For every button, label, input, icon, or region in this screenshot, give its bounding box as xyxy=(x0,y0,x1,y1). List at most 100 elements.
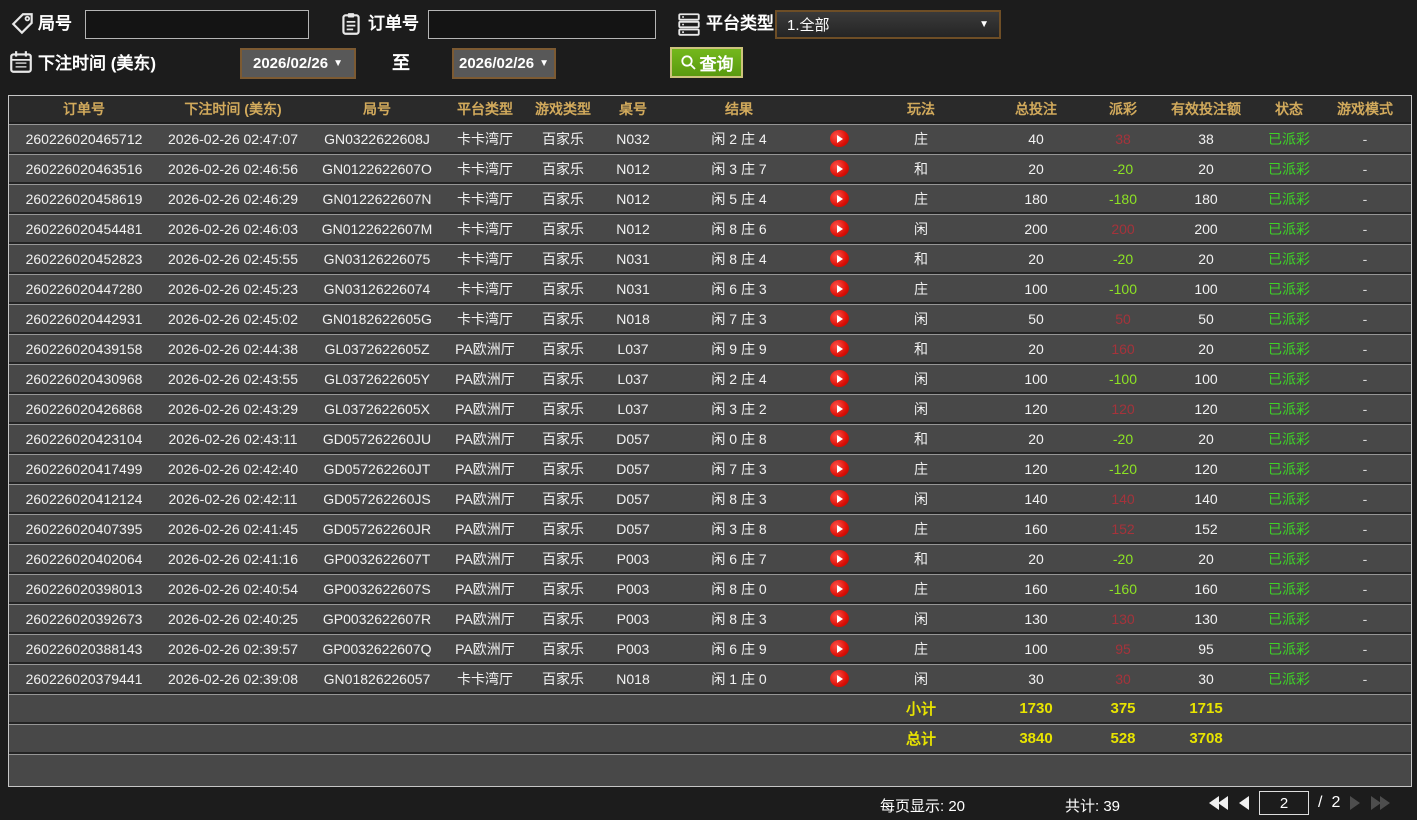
cell-status: 已派彩 xyxy=(1259,334,1319,364)
cell-game-mode: - xyxy=(1319,634,1411,664)
table-row: 260226020439158 2026-02-26 02:44:38 GL03… xyxy=(9,334,1411,364)
cell-table-no: L037 xyxy=(603,394,663,424)
cell-total-bet: 130 xyxy=(979,604,1093,634)
play-icon[interactable] xyxy=(829,460,849,478)
play-icon[interactable] xyxy=(829,580,849,598)
next-page-icon[interactable] xyxy=(1349,795,1361,811)
play-icon[interactable] xyxy=(829,490,849,508)
cell-payout: 38 xyxy=(1093,124,1153,154)
cell-payout: 50 xyxy=(1093,304,1153,334)
cell-payout: 200 xyxy=(1093,214,1153,244)
cell-bet-time: 2026-02-26 02:41:45 xyxy=(159,514,307,544)
cell-order-no: 260226020407395 xyxy=(9,514,159,544)
cell-game-type: 百家乐 xyxy=(523,124,603,154)
col-header-bet-type: 玩法 xyxy=(863,96,979,124)
play-icon[interactable] xyxy=(829,520,849,538)
cell-game-mode: - xyxy=(1319,154,1411,184)
date-range-to-label: 至 xyxy=(392,53,410,73)
cell-table-no: P003 xyxy=(603,574,663,604)
cell-bet-type: 和 xyxy=(863,154,979,184)
table-row: 260226020447280 2026-02-26 02:45:23 GN03… xyxy=(9,274,1411,304)
cell-bet-time: 2026-02-26 02:44:38 xyxy=(159,334,307,364)
col-header-bet-time: 下注时间 (美东) xyxy=(159,96,307,124)
date-from-picker[interactable]: 2026/02/26 ▼ xyxy=(240,48,356,79)
cell-game-mode: - xyxy=(1319,424,1411,454)
play-icon[interactable] xyxy=(829,400,849,418)
cell-platform: 卡卡湾厅 xyxy=(447,214,523,244)
play-icon[interactable] xyxy=(829,610,849,628)
cell-order-no: 260226020423104 xyxy=(9,424,159,454)
cell-valid-bet: 20 xyxy=(1153,244,1259,274)
platform-type-select[interactable]: 1.全部 ▼ xyxy=(775,10,1001,39)
server-icon xyxy=(676,11,702,37)
play-icon[interactable] xyxy=(829,640,849,658)
subtotal-payout: 375 xyxy=(1093,694,1153,724)
cell-game-mode: - xyxy=(1319,274,1411,304)
cell-total-bet: 200 xyxy=(979,214,1093,244)
play-icon[interactable] xyxy=(829,130,849,148)
cell-bet-time: 2026-02-26 02:43:55 xyxy=(159,364,307,394)
cell-result: 闲 9 庄 9 xyxy=(663,334,815,364)
cell-bet-time: 2026-02-26 02:45:02 xyxy=(159,304,307,334)
play-icon[interactable] xyxy=(829,340,849,358)
play-icon[interactable] xyxy=(829,160,849,178)
cell-game-type: 百家乐 xyxy=(523,454,603,484)
total-count-value: 39 xyxy=(1103,798,1121,815)
cell-bet-time: 2026-02-26 02:46:29 xyxy=(159,184,307,214)
play-icon[interactable] xyxy=(829,310,849,328)
platform-type-label: 平台类型 xyxy=(706,14,774,33)
first-page-icon[interactable] xyxy=(1208,795,1229,811)
cell-game-mode: - xyxy=(1319,304,1411,334)
play-icon[interactable] xyxy=(829,280,849,298)
play-icon[interactable] xyxy=(829,550,849,568)
empty-filler-row xyxy=(9,754,1411,786)
cell-valid-bet: 180 xyxy=(1153,184,1259,214)
play-icon[interactable] xyxy=(829,250,849,268)
cell-result: 闲 1 庄 0 xyxy=(663,664,815,694)
cell-game-no: GN0122622607N xyxy=(307,184,447,214)
cell-table-no: L037 xyxy=(603,334,663,364)
cell-result: 闲 8 庄 0 xyxy=(663,574,815,604)
cell-bet-time: 2026-02-26 02:45:55 xyxy=(159,244,307,274)
cell-payout: -20 xyxy=(1093,244,1153,274)
cell-valid-bet: 20 xyxy=(1153,424,1259,454)
cell-order-no: 260226020458619 xyxy=(9,184,159,214)
last-page-icon[interactable] xyxy=(1370,795,1391,811)
cell-bet-type: 闲 xyxy=(863,364,979,394)
cell-order-no: 260226020465712 xyxy=(9,124,159,154)
cell-status: 已派彩 xyxy=(1259,514,1319,544)
cell-table-no: P003 xyxy=(603,604,663,634)
cell-platform: PA欧洲厅 xyxy=(447,544,523,574)
cell-valid-bet: 130 xyxy=(1153,604,1259,634)
table-row: 260226020452823 2026-02-26 02:45:55 GN03… xyxy=(9,244,1411,274)
cell-game-no: GL0372622605Z xyxy=(307,334,447,364)
game-no-input[interactable] xyxy=(85,10,309,39)
cell-game-no: GP0032622607Q xyxy=(307,634,447,664)
cell-valid-bet: 200 xyxy=(1153,214,1259,244)
date-to-picker[interactable]: 2026/02/26 ▼ xyxy=(452,48,556,79)
cell-total-bet: 20 xyxy=(979,244,1093,274)
cell-total-bet: 50 xyxy=(979,304,1093,334)
cell-order-no: 260226020426868 xyxy=(9,394,159,424)
date-to-value: 2026/02/26 xyxy=(459,55,535,72)
cell-bet-time: 2026-02-26 02:46:03 xyxy=(159,214,307,244)
cell-table-no: N012 xyxy=(603,184,663,214)
page-number-input[interactable] xyxy=(1259,791,1309,815)
play-icon[interactable] xyxy=(829,370,849,388)
query-button[interactable]: 查询 xyxy=(670,47,743,78)
play-icon[interactable] xyxy=(829,190,849,208)
cell-game-type: 百家乐 xyxy=(523,184,603,214)
cell-bet-type: 庄 xyxy=(863,274,979,304)
cell-payout: -100 xyxy=(1093,364,1153,394)
cell-platform: PA欧洲厅 xyxy=(447,514,523,544)
subtotal-total-bet: 1730 xyxy=(979,694,1093,724)
play-icon[interactable] xyxy=(829,430,849,448)
cell-game-no: GN0182622605G xyxy=(307,304,447,334)
play-icon[interactable] xyxy=(829,220,849,238)
prev-page-icon[interactable] xyxy=(1238,795,1250,811)
cell-bet-time: 2026-02-26 02:40:25 xyxy=(159,604,307,634)
order-no-input[interactable] xyxy=(428,10,656,39)
per-page-display: 每页显示: 20 xyxy=(880,795,965,816)
play-icon[interactable] xyxy=(829,670,849,688)
cell-game-no: GN0322622608J xyxy=(307,124,447,154)
